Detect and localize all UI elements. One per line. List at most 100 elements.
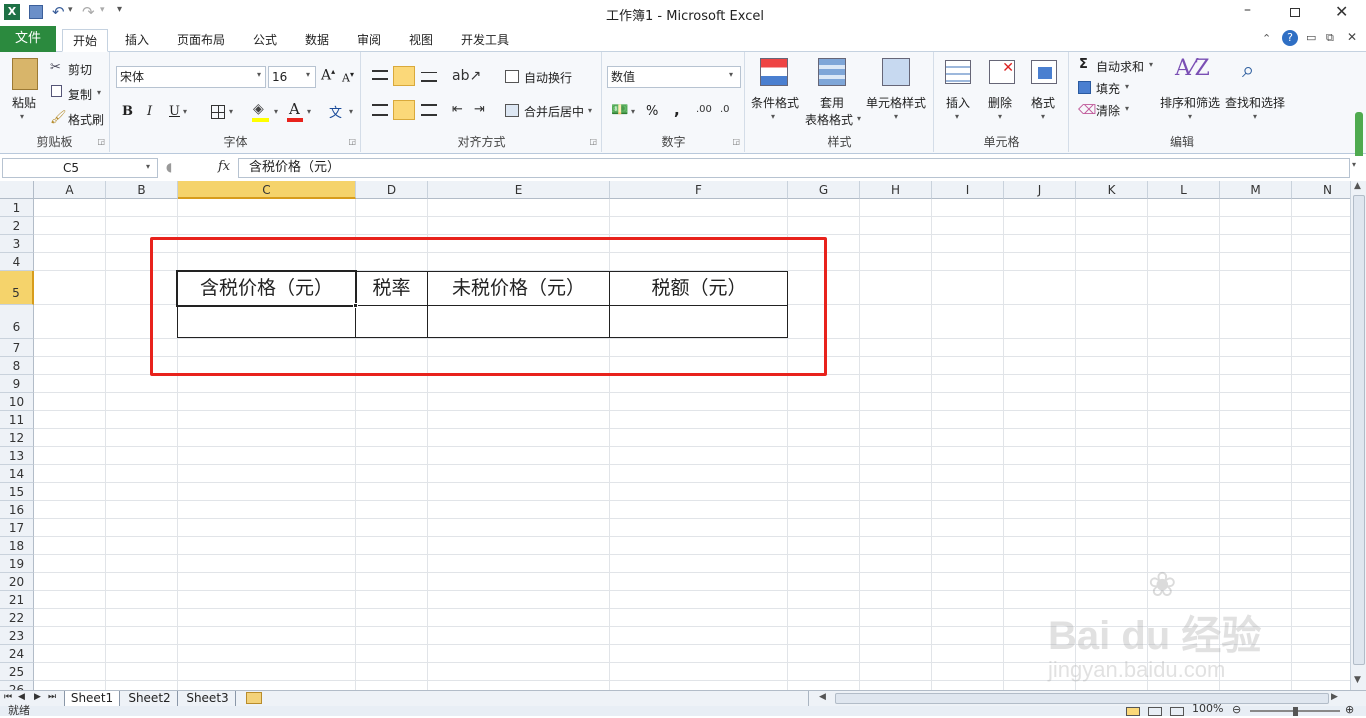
find-select-button[interactable]: 查找和选择 xyxy=(1225,94,1285,111)
row-header-11[interactable]: 11 xyxy=(0,411,34,429)
cell-styles-icon[interactable] xyxy=(882,58,910,86)
row-header-10[interactable]: 10 xyxy=(0,393,34,411)
borders-dropdown-icon[interactable]: ▾ xyxy=(229,107,233,116)
undo-dropdown-icon[interactable]: ▾ xyxy=(68,5,73,15)
underline-dropdown-icon[interactable]: ▾ xyxy=(183,107,187,116)
row-header-23[interactable]: 23 xyxy=(0,627,34,645)
fill-color-dropdown-icon[interactable]: ▾ xyxy=(274,107,278,116)
fill-icon[interactable] xyxy=(1078,81,1091,94)
percent-button[interactable]: % xyxy=(646,104,658,119)
first-sheet-icon[interactable]: ⏮ xyxy=(4,692,12,702)
workbook-close-icon[interactable]: ✕ xyxy=(1347,30,1357,44)
tab-developer[interactable]: 开发工具 xyxy=(454,29,516,52)
file-tab[interactable]: 文件 xyxy=(0,26,56,52)
clipboard-launcher-icon[interactable]: ◲ xyxy=(97,137,105,146)
formula-input[interactable]: 含税价格（元） xyxy=(238,158,1350,178)
next-sheet-icon[interactable]: ▶ xyxy=(34,692,41,702)
merge-center-button[interactable]: 合并后居中 xyxy=(524,103,584,120)
cell-styles-button[interactable]: 单元格样式 xyxy=(866,94,926,111)
find-dropdown-icon[interactable]: ▾ xyxy=(1253,112,1257,121)
eraser-icon[interactable]: ⌫ xyxy=(1078,103,1096,118)
insert-cells-button[interactable]: 插入 xyxy=(946,94,970,111)
delete-cells-button[interactable]: 删除 xyxy=(988,94,1012,111)
font-size-dropdown-icon[interactable]: ▾ xyxy=(306,70,310,79)
number-format-select[interactable]: 数值 xyxy=(607,66,741,88)
sheet-tab-sheet2[interactable]: Sheet2 xyxy=(122,691,178,707)
sort-filter-icon[interactable]: A⁄Z xyxy=(1175,56,1210,81)
column-header-j[interactable]: J xyxy=(1004,181,1076,199)
align-center-icon[interactable] xyxy=(393,100,415,120)
conditional-formatting-icon[interactable] xyxy=(760,58,788,86)
tab-view[interactable]: 视图 xyxy=(402,29,440,52)
workbook-minimize-icon[interactable]: ▭ xyxy=(1306,31,1316,44)
borders-icon[interactable] xyxy=(211,105,225,119)
conditional-formatting-button[interactable]: 条件格式 xyxy=(751,94,799,111)
shrink-font-icon[interactable]: A▾ xyxy=(342,70,354,85)
column-header-b[interactable]: B xyxy=(106,181,178,199)
close-icon[interactable]: ✕ xyxy=(1335,2,1348,21)
redo-icon[interactable]: ↷ xyxy=(82,3,95,21)
increase-indent-icon[interactable]: ⇥ xyxy=(474,102,485,117)
italic-button[interactable]: I xyxy=(147,104,152,119)
autosum-dropdown-icon[interactable]: ▾ xyxy=(1149,60,1153,69)
format-painter-icon[interactable]: 🖌 xyxy=(50,110,67,125)
column-header-m[interactable]: M xyxy=(1220,181,1292,199)
tab-home[interactable]: 开始 xyxy=(62,29,108,52)
paste-icon[interactable] xyxy=(12,58,38,90)
row-header-2[interactable]: 2 xyxy=(0,217,34,235)
cut-button[interactable]: 剪切 xyxy=(68,61,92,78)
font-launcher-icon[interactable]: ◲ xyxy=(348,137,356,146)
row-header-19[interactable]: 19 xyxy=(0,555,34,573)
vertical-scrollbar[interactable]: ▲ ▼ xyxy=(1350,181,1366,690)
grow-font-icon[interactable]: A▴ xyxy=(321,67,335,84)
page-break-view-icon[interactable] xyxy=(1170,707,1184,716)
wrap-text-icon[interactable] xyxy=(505,70,519,83)
row-header-4[interactable]: 4 xyxy=(0,253,34,271)
worksheet-grid[interactable]: ABCDEFGHIJKLMN 1 2 3 4 5 6 7 8 9 10 11 12 13 14 15 16 17… xyxy=(0,181,1350,690)
column-header-i[interactable]: I xyxy=(932,181,1004,199)
font-name-input[interactable]: 宋体 xyxy=(116,66,266,88)
font-color-dropdown-icon[interactable]: ▾ xyxy=(307,107,311,116)
vertical-scroll-thumb[interactable] xyxy=(1353,195,1365,665)
align-middle-icon[interactable] xyxy=(393,66,415,86)
clear-button[interactable]: 清除 xyxy=(1096,102,1120,119)
page-layout-view-icon[interactable] xyxy=(1148,707,1162,716)
minimize-ribbon-icon[interactable]: ⌃ xyxy=(1262,32,1271,45)
delete-dropdown-icon[interactable]: ▾ xyxy=(998,112,1002,121)
copy-dropdown-icon[interactable]: ▾ xyxy=(97,88,101,97)
format-cells-button[interactable]: 格式 xyxy=(1031,94,1055,111)
paste-button[interactable]: 粘贴 xyxy=(12,94,36,111)
zoom-level[interactable]: 100% xyxy=(1192,702,1223,715)
row-header-9[interactable]: 9 xyxy=(0,375,34,393)
bold-button[interactable]: B xyxy=(122,104,133,119)
sort-filter-button[interactable]: 排序和筛选 xyxy=(1160,94,1220,111)
name-box[interactable]: C5 xyxy=(2,158,158,178)
name-box-dropdown-icon[interactable]: ▾ xyxy=(146,162,150,171)
column-header-g[interactable]: G xyxy=(788,181,860,199)
tab-data[interactable]: 数据 xyxy=(298,29,336,52)
align-right-icon[interactable] xyxy=(421,104,437,116)
format-painter-button[interactable]: 格式刷 xyxy=(68,111,104,128)
column-header-e[interactable]: E xyxy=(428,181,610,199)
column-header-h[interactable]: H xyxy=(860,181,932,199)
format-as-table-label-1[interactable]: 套用 xyxy=(820,94,844,111)
prev-sheet-icon[interactable]: ◀ xyxy=(18,692,25,702)
phonetic-dropdown-icon[interactable]: ▾ xyxy=(349,107,353,116)
row-header-15[interactable]: 15 xyxy=(0,483,34,501)
tab-page-layout[interactable]: 页面布局 xyxy=(170,29,232,52)
column-header-f[interactable]: F xyxy=(610,181,788,199)
last-sheet-icon[interactable]: ⏭ xyxy=(48,692,56,702)
column-header-d[interactable]: D xyxy=(356,181,428,199)
currency-icon[interactable]: 💵 xyxy=(611,102,628,118)
row-header-16[interactable]: 16 xyxy=(0,501,34,519)
row-header-13[interactable]: 13 xyxy=(0,447,34,465)
delete-cells-icon[interactable]: ✕ xyxy=(989,60,1015,84)
row-header-22[interactable]: 22 xyxy=(0,609,34,627)
row-header-3[interactable]: 3 xyxy=(0,235,34,253)
decrease-decimal-icon[interactable]: .0 xyxy=(720,104,730,115)
font-color-icon[interactable]: A xyxy=(289,100,300,118)
increase-decimal-icon[interactable]: .00 xyxy=(696,104,712,115)
paste-dropdown-icon[interactable]: ▾ xyxy=(20,112,24,121)
help-icon[interactable]: ? xyxy=(1282,30,1298,46)
font-name-dropdown-icon[interactable]: ▾ xyxy=(257,70,261,79)
